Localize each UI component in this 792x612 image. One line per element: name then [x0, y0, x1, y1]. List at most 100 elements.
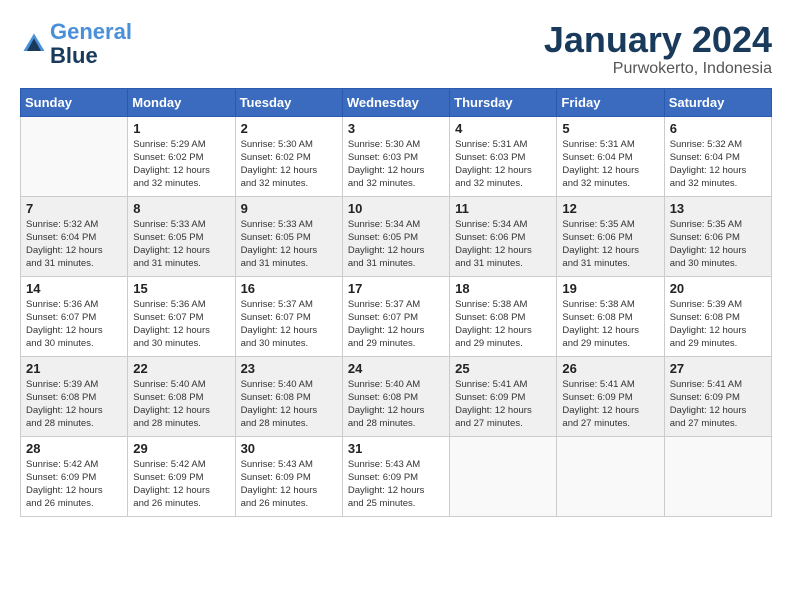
- day-number: 12: [562, 201, 658, 216]
- day-number: 27: [670, 361, 766, 376]
- day-cell: 15 Sunrise: 5:36 AM Sunset: 6:07 PM Dayli…: [128, 276, 235, 356]
- calendar-header: SundayMondayTuesdayWednesdayThursdayFrid…: [21, 88, 772, 116]
- day-info: Sunrise: 5:35 AM Sunset: 6:06 PM Dayligh…: [670, 218, 766, 271]
- day-number: 23: [241, 361, 337, 376]
- day-info: Sunrise: 5:30 AM Sunset: 6:03 PM Dayligh…: [348, 138, 444, 191]
- header-day-monday: Monday: [128, 88, 235, 116]
- day-cell: 12 Sunrise: 5:35 AM Sunset: 6:06 PM Dayli…: [557, 196, 664, 276]
- calendar-subtitle: Purwokerto, Indonesia: [544, 60, 772, 78]
- header-day-sunday: Sunday: [21, 88, 128, 116]
- day-number: 31: [348, 441, 444, 456]
- day-info: Sunrise: 5:30 AM Sunset: 6:02 PM Dayligh…: [241, 138, 337, 191]
- calendar-body: 1 Sunrise: 5:29 AM Sunset: 6:02 PM Daylig…: [21, 116, 772, 516]
- day-info: Sunrise: 5:40 AM Sunset: 6:08 PM Dayligh…: [348, 378, 444, 431]
- header-day-tuesday: Tuesday: [235, 88, 342, 116]
- day-info: Sunrise: 5:39 AM Sunset: 6:08 PM Dayligh…: [670, 298, 766, 351]
- week-row-3: 14 Sunrise: 5:36 AM Sunset: 6:07 PM Dayli…: [21, 276, 772, 356]
- week-row-5: 28Sunrise: 5:42 AM Sunset: 6:09 PM Dayli…: [21, 436, 772, 516]
- logo: General Blue: [20, 20, 132, 68]
- day-info: Sunrise: 5:39 AM Sunset: 6:08 PM Dayligh…: [26, 378, 122, 431]
- day-number: 1: [133, 121, 229, 136]
- header-day-thursday: Thursday: [450, 88, 557, 116]
- day-info: Sunrise: 5:41 AM Sunset: 6:09 PM Dayligh…: [670, 378, 766, 431]
- day-info: Sunrise: 5:40 AM Sunset: 6:08 PM Dayligh…: [133, 378, 229, 431]
- day-info: Sunrise: 5:41 AM Sunset: 6:09 PM Dayligh…: [562, 378, 658, 431]
- day-number: 24: [348, 361, 444, 376]
- day-cell: 31 Sunrise: 5:43 AM Sunset: 6:09 PM Dayli…: [342, 436, 449, 516]
- day-info: Sunrise: 5:33 AM Sunset: 6:05 PM Dayligh…: [241, 218, 337, 271]
- day-cell: 3 Sunrise: 5:30 AM Sunset: 6:03 PM Daylig…: [342, 116, 449, 196]
- day-info: Sunrise: 5:43 AM Sunset: 6:09 PM Dayligh…: [348, 458, 444, 511]
- day-info: Sunrise: 5:38 AM Sunset: 6:08 PM Dayligh…: [455, 298, 551, 351]
- day-cell: 13 Sunrise: 5:35 AM Sunset: 6:06 PM Dayli…: [664, 196, 771, 276]
- day-number: 5: [562, 121, 658, 136]
- day-cell: 11 Sunrise: 5:34 AM Sunset: 6:06 PM Dayli…: [450, 196, 557, 276]
- day-cell: 25Sunrise: 5:41 AM Sunset: 6:09 PM Dayli…: [450, 356, 557, 436]
- day-number: 7: [26, 201, 122, 216]
- day-cell: 21 Sunrise: 5:39 AM Sunset: 6:08 PM Dayli…: [21, 356, 128, 436]
- day-info: Sunrise: 5:38 AM Sunset: 6:08 PM Dayligh…: [562, 298, 658, 351]
- day-number: 14: [26, 281, 122, 296]
- day-number: 26: [562, 361, 658, 376]
- day-info: Sunrise: 5:34 AM Sunset: 6:05 PM Dayligh…: [348, 218, 444, 271]
- day-info: Sunrise: 5:32 AM Sunset: 6:04 PM Dayligh…: [26, 218, 122, 271]
- day-number: 21: [26, 361, 122, 376]
- day-cell: 9 Sunrise: 5:33 AM Sunset: 6:05 PM Daylig…: [235, 196, 342, 276]
- day-cell: 18 Sunrise: 5:38 AM Sunset: 6:08 PM Dayli…: [450, 276, 557, 356]
- day-number: 17: [348, 281, 444, 296]
- day-cell: 16Sunrise: 5:37 AM Sunset: 6:07 PM Dayli…: [235, 276, 342, 356]
- day-info: Sunrise: 5:36 AM Sunset: 6:07 PM Dayligh…: [133, 298, 229, 351]
- header-day-friday: Friday: [557, 88, 664, 116]
- day-cell: 6Sunrise: 5:32 AM Sunset: 6:04 PM Daylig…: [664, 116, 771, 196]
- day-number: 3: [348, 121, 444, 136]
- calendar-title: January 2024: [544, 20, 772, 60]
- day-cell: [664, 436, 771, 516]
- day-number: 19: [562, 281, 658, 296]
- day-cell: 1 Sunrise: 5:29 AM Sunset: 6:02 PM Daylig…: [128, 116, 235, 196]
- day-cell: 29Sunrise: 5:42 AM Sunset: 6:09 PM Dayli…: [128, 436, 235, 516]
- day-cell: 20Sunrise: 5:39 AM Sunset: 6:08 PM Dayli…: [664, 276, 771, 356]
- day-number: 30: [241, 441, 337, 456]
- day-number: 11: [455, 201, 551, 216]
- day-number: 22: [133, 361, 229, 376]
- day-number: 13: [670, 201, 766, 216]
- day-number: 10: [348, 201, 444, 216]
- day-cell: 14 Sunrise: 5:36 AM Sunset: 6:07 PM Dayli…: [21, 276, 128, 356]
- day-cell: 26 Sunrise: 5:41 AM Sunset: 6:09 PM Dayli…: [557, 356, 664, 436]
- day-info: Sunrise: 5:35 AM Sunset: 6:06 PM Dayligh…: [562, 218, 658, 271]
- day-cell: 23 Sunrise: 5:40 AM Sunset: 6:08 PM Dayli…: [235, 356, 342, 436]
- day-info: Sunrise: 5:34 AM Sunset: 6:06 PM Dayligh…: [455, 218, 551, 271]
- day-number: 29: [133, 441, 229, 456]
- day-cell: 5 Sunrise: 5:31 AM Sunset: 6:04 PM Daylig…: [557, 116, 664, 196]
- day-cell: 8Sunrise: 5:33 AM Sunset: 6:05 PM Daylig…: [128, 196, 235, 276]
- week-row-4: 21 Sunrise: 5:39 AM Sunset: 6:08 PM Dayli…: [21, 356, 772, 436]
- title-area: January 2024 Purwokerto, Indonesia: [544, 20, 772, 78]
- day-number: 16: [241, 281, 337, 296]
- day-info: Sunrise: 5:31 AM Sunset: 6:04 PM Dayligh…: [562, 138, 658, 191]
- header-day-wednesday: Wednesday: [342, 88, 449, 116]
- day-number: 15: [133, 281, 229, 296]
- day-cell: 7 Sunrise: 5:32 AM Sunset: 6:04 PM Daylig…: [21, 196, 128, 276]
- day-info: Sunrise: 5:37 AM Sunset: 6:07 PM Dayligh…: [348, 298, 444, 351]
- day-number: 18: [455, 281, 551, 296]
- day-info: Sunrise: 5:36 AM Sunset: 6:07 PM Dayligh…: [26, 298, 122, 351]
- day-cell: 24 Sunrise: 5:40 AM Sunset: 6:08 PM Dayli…: [342, 356, 449, 436]
- day-info: Sunrise: 5:40 AM Sunset: 6:08 PM Dayligh…: [241, 378, 337, 431]
- day-cell: 19 Sunrise: 5:38 AM Sunset: 6:08 PM Dayli…: [557, 276, 664, 356]
- day-cell: 10 Sunrise: 5:34 AM Sunset: 6:05 PM Dayli…: [342, 196, 449, 276]
- day-info: Sunrise: 5:41 AM Sunset: 6:09 PM Dayligh…: [455, 378, 551, 431]
- day-number: 8: [133, 201, 229, 216]
- day-cell: [450, 436, 557, 516]
- day-number: 9: [241, 201, 337, 216]
- day-number: 2: [241, 121, 337, 136]
- day-info: Sunrise: 5:29 AM Sunset: 6:02 PM Dayligh…: [133, 138, 229, 191]
- day-cell: 28Sunrise: 5:42 AM Sunset: 6:09 PM Dayli…: [21, 436, 128, 516]
- logo-text: General Blue: [50, 20, 132, 68]
- day-cell: [557, 436, 664, 516]
- logo-icon: [20, 30, 48, 58]
- day-cell: 4Sunrise: 5:31 AM Sunset: 6:03 PM Daylig…: [450, 116, 557, 196]
- day-cell: 22 Sunrise: 5:40 AM Sunset: 6:08 PM Dayli…: [128, 356, 235, 436]
- day-cell: 17 Sunrise: 5:37 AM Sunset: 6:07 PM Dayli…: [342, 276, 449, 356]
- day-cell: [21, 116, 128, 196]
- day-number: 4: [455, 121, 551, 136]
